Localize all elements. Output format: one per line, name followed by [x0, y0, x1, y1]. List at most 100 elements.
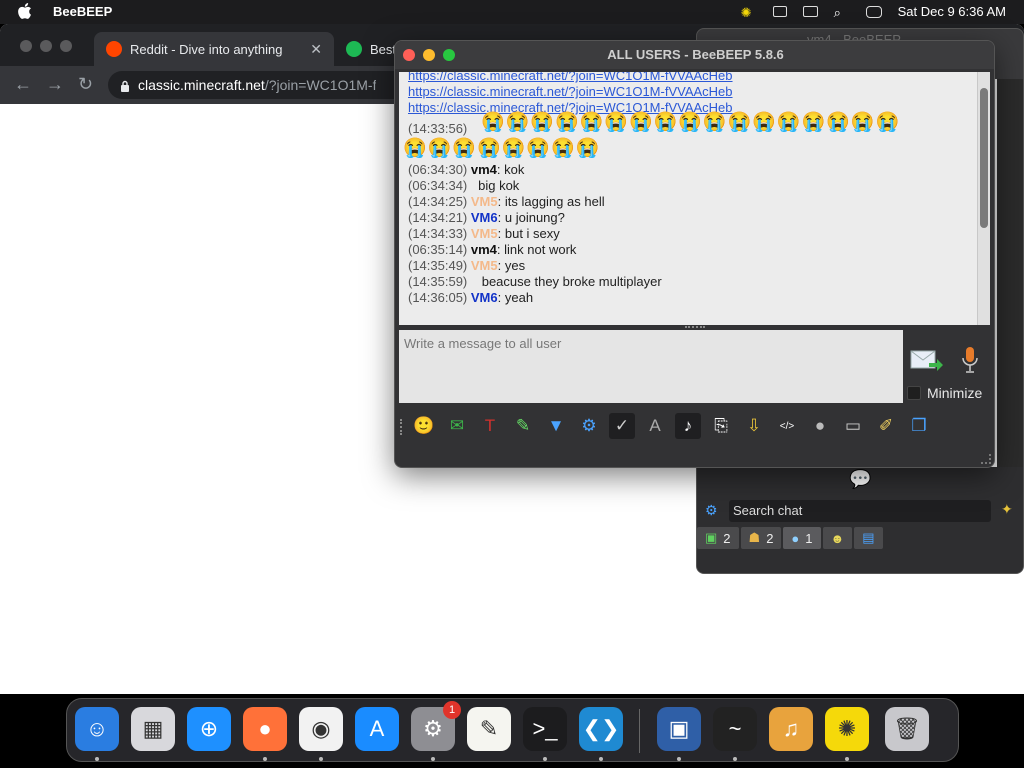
window-icon[interactable] [802, 6, 818, 17]
splitter-handle[interactable] [685, 326, 705, 329]
scrollbar-thumb[interactable] [980, 88, 988, 228]
message-sender[interactable]: VM6 [471, 210, 498, 225]
detach-button[interactable]: ❐ [906, 413, 932, 439]
chat-window-title: ALL USERS - BeeBEEP 5.8.6 [395, 41, 994, 69]
activity-monitor-icon[interactable]: ~ [713, 707, 757, 751]
chat-window: ALL USERS - BeeBEEP 5.8.6 https://classi… [394, 40, 995, 468]
firefox-icon[interactable]: ● [243, 707, 287, 751]
dock-glyph: ❮❯ [582, 716, 620, 741]
filter-button[interactable]: ▼ [543, 413, 569, 439]
message-sender[interactable]: VM5 [471, 226, 498, 241]
dock-separator [639, 709, 640, 753]
tab-people[interactable]: ☻ [822, 527, 853, 549]
reload-icon[interactable]: ↻ [78, 74, 93, 95]
message-sender[interactable]: vm4 [471, 242, 497, 257]
resize-grip[interactable] [981, 454, 991, 464]
trash-icon[interactable]: 🗑 [885, 707, 929, 751]
send-message-button[interactable] [909, 347, 943, 375]
tab-close-icon[interactable]: ✕ [310, 41, 322, 58]
html-button[interactable]: </> [774, 413, 800, 439]
system-settings-icon[interactable]: ⚙ 1 [411, 701, 461, 751]
message-link[interactable]: https://classic.minecraft.net/?join=WC1O… [408, 72, 733, 83]
side-toolbar [997, 79, 1023, 467]
emoticon-button[interactable]: 🙂 [411, 413, 437, 439]
message-text: its lagging as hell [501, 194, 605, 209]
minimize-checkbox[interactable]: Minimize [907, 385, 982, 401]
message-link[interactable]: https://classic.minecraft.net/?join=WC1O… [408, 84, 733, 99]
running-indicator [95, 757, 99, 761]
save-chat-button[interactable]: ⎘ [708, 413, 734, 439]
dock: ☺ ▦ ⊕ ● ◉ A ⚙ 1 ✎ >_ ❮❯ ▣ ~ ♫ ✺ 🗑 [66, 698, 959, 762]
close-window-button[interactable] [20, 40, 32, 52]
running-indicator [543, 757, 547, 761]
safari-icon[interactable]: ⊕ [187, 707, 231, 751]
chrome-icon[interactable]: ◉ [299, 707, 343, 751]
tab-chats[interactable]: ● 1 [783, 527, 821, 549]
zoom-window-button[interactable] [443, 49, 455, 61]
record-button[interactable]: ● [807, 413, 833, 439]
chat-bubble-icon: 💬 [849, 469, 872, 489]
gear-icon[interactable]: ⚙ [705, 502, 718, 519]
tab-reddit[interactable]: Reddit - Dive into anything ✕ [94, 32, 334, 66]
message-sender[interactable]: VM5 [471, 258, 498, 273]
screen-mirror-icon[interactable] [772, 6, 787, 17]
message-input[interactable]: Write a message to all user [399, 330, 903, 403]
app-store-icon[interactable]: A [355, 707, 399, 751]
notes-button[interactable]: ✐ [873, 413, 899, 439]
color-button[interactable]: ✎ [510, 413, 536, 439]
launchpad-icon[interactable]: ▦ [131, 707, 175, 751]
active-app-name[interactable]: BeeBEEP [53, 4, 112, 19]
clear-search-icon[interactable]: ✦ [1001, 501, 1013, 518]
dock-glyph: ▣ [668, 716, 690, 741]
chat-bubbles-icon: ● [791, 530, 800, 546]
minimize-window-button[interactable] [423, 49, 435, 61]
music-note-button[interactable]: ♪ [675, 413, 701, 439]
vscode-icon[interactable]: ❮❯ [579, 707, 623, 751]
font-button[interactable]: T [477, 413, 503, 439]
tab-groups[interactable]: ☗ 2 [740, 527, 782, 549]
control-center-icon[interactable] [865, 5, 882, 18]
textedit-icon[interactable]: ✎ [467, 707, 511, 751]
messages-scrollbar[interactable] [977, 72, 990, 325]
minimize-window-button[interactable] [40, 40, 52, 52]
tab-files[interactable]: ▤ [854, 527, 883, 549]
close-window-button[interactable] [403, 49, 415, 61]
search-chat-input[interactable]: Search chat [729, 500, 991, 522]
message-text: u joinung? [501, 210, 565, 225]
dock-glyph: ⊕ [199, 716, 219, 741]
back-arrow-icon[interactable]: ← [14, 74, 32, 95]
checkbox[interactable] [907, 386, 921, 400]
message-sender[interactable]: vm4 [471, 162, 497, 177]
settings-button[interactable]: ⚙ [576, 413, 602, 439]
message-sender[interactable]: VM5 [471, 194, 498, 209]
dock-glyph: A [369, 716, 385, 741]
dock-glyph: >_ [532, 716, 558, 741]
microphone-icon[interactable] [961, 345, 979, 375]
search-row: ⚙ Search chat ✦ [697, 497, 1023, 525]
virtualbox-icon[interactable]: ▣ [657, 707, 701, 751]
mouse-cursor [232, 680, 238, 690]
terminal-icon[interactable]: >_ [523, 707, 567, 751]
send-file-button[interactable]: ⇩ [741, 413, 767, 439]
spellcheck-button[interactable]: ✓ [609, 413, 635, 439]
search-icon[interactable]: ⌕ [834, 5, 850, 20]
message-sender[interactable]: VM6 [471, 290, 498, 305]
bee-status-icon[interactable]: ✺ [741, 5, 757, 20]
forward-arrow-icon[interactable]: → [46, 74, 64, 95]
garageband-icon[interactable]: ♫ [769, 707, 813, 751]
screenshot-button[interactable]: ▭ [840, 413, 866, 439]
finder-icon[interactable]: ☺ [75, 707, 119, 751]
message-timestamp: (06:34:30) [408, 162, 468, 177]
notification-badge: 1 [443, 701, 461, 719]
running-indicator [431, 757, 435, 761]
menu-bar-clock[interactable]: Sat Dec 9 6:36 AM [898, 4, 1006, 19]
word-complete-button[interactable]: A [642, 413, 668, 439]
message-timestamp: (14:35:49) [408, 258, 468, 273]
beebeep-icon[interactable]: ✺ [825, 707, 869, 751]
file-icon: ▤ [862, 530, 875, 545]
zoom-window-button[interactable] [60, 40, 72, 52]
tab-users[interactable]: ▣ 2 [697, 527, 739, 549]
message-timestamp: (14:35:59) [408, 274, 468, 289]
email-button[interactable]: ✉ [444, 413, 470, 439]
apple-icon[interactable] [18, 3, 32, 23]
